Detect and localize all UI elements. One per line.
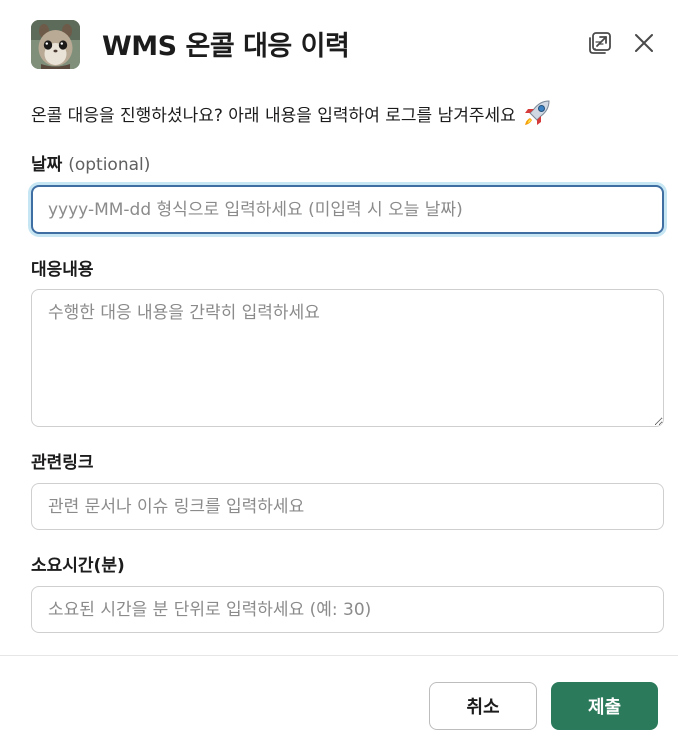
intro-text: 온콜 대응을 진행하셨나요? 아래 내용을 입력하여 로그를 남겨주세요 [31,105,516,126]
duration-label: 소요시간(분) [31,556,125,576]
date-input[interactable] [31,185,664,234]
squirrel-avatar-icon [31,20,80,69]
close-icon [633,32,655,58]
rocket-icon [522,98,552,128]
popout-button[interactable] [583,28,617,62]
close-button[interactable] [627,28,661,62]
submit-button[interactable]: 제출 [551,682,658,730]
link-input[interactable] [31,483,664,530]
date-label: 날짜 (optional) [31,150,150,175]
duration-input[interactable] [31,586,664,633]
date-optional-text: (optional) [68,155,151,175]
modal-title: WMS 온콜 대응 이력 [102,31,350,62]
footer-divider [0,655,678,656]
content-textarea[interactable] [31,289,664,427]
popout-icon [587,30,613,60]
modal-header: WMS 온콜 대응 이력 [0,0,678,90]
link-label: 관련링크 [31,453,94,473]
modal-dialog: WMS 온콜 대응 이력 온콜 대응을 진행하셨나요? 아래 내용을 입력하여 … [0,0,678,750]
intro-text-row: 온콜 대응을 진행하셨나요? 아래 내용을 입력하여 로그를 남겨주세요 [31,98,552,128]
date-label-text: 날짜 [31,155,63,175]
content-label: 대응내용 [31,260,94,280]
cancel-button[interactable]: 취소 [429,682,537,730]
